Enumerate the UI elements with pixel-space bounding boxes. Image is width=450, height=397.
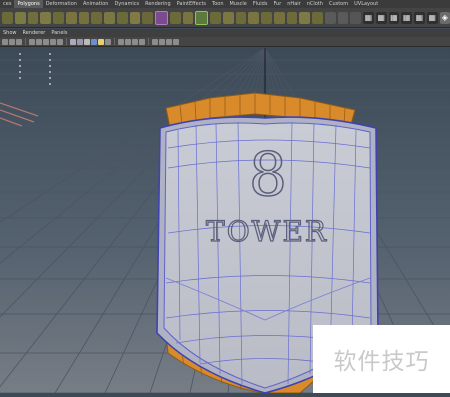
- shelf-tab-polygons[interactable]: Polygons: [14, 0, 42, 8]
- wireframe-on-shaded-icon[interactable]: [84, 39, 90, 45]
- poly-cube-icon[interactable]: [15, 12, 26, 24]
- uv-layout-icon[interactable]: ◈: [440, 12, 450, 24]
- gate-mask-icon[interactable]: [57, 39, 63, 45]
- shield-tool-icon[interactable]: [155, 11, 168, 25]
- smooth-icon[interactable]: [117, 12, 128, 24]
- screen-space-ao-icon[interactable]: [139, 39, 145, 45]
- shelf-tab-9[interactable]: Muscle: [227, 0, 250, 8]
- extrude-icon[interactable]: [170, 12, 181, 24]
- toolbar-separator: [66, 38, 67, 45]
- poly-torus-icon[interactable]: [66, 12, 77, 24]
- merge-icon[interactable]: [274, 12, 285, 24]
- shelf-tab-14[interactable]: Custom: [326, 0, 351, 8]
- bevel-icon[interactable]: [261, 12, 272, 24]
- checker-6-icon[interactable]: ▦: [427, 12, 438, 24]
- split-polygon-icon[interactable]: [210, 12, 221, 24]
- poly-cylinder-icon[interactable]: [28, 12, 39, 24]
- mirror-icon[interactable]: [142, 12, 153, 24]
- checker-2-icon[interactable]: ▦: [376, 12, 387, 24]
- panel-menubar: Show Renderer Panels: [0, 29, 450, 37]
- bookmark-icon[interactable]: [16, 39, 22, 45]
- shadows-icon[interactable]: [105, 39, 111, 45]
- sculpt-icon[interactable]: [338, 12, 349, 24]
- smooth-shade-icon[interactable]: [77, 39, 83, 45]
- image-plane-icon[interactable]: [29, 39, 35, 45]
- motion-blur-icon[interactable]: [152, 39, 158, 45]
- poly-plane-icon[interactable]: [53, 12, 64, 24]
- poly-cone-icon[interactable]: [40, 12, 51, 24]
- shelf-tab-10[interactable]: Fluids: [250, 0, 271, 8]
- shelf-tab-13[interactable]: nCloth: [304, 0, 326, 8]
- menu-show[interactable]: Show: [0, 30, 20, 36]
- toolbar-separator: [25, 38, 26, 45]
- collapse-icon[interactable]: [287, 12, 298, 24]
- menu-renderer[interactable]: Renderer: [20, 30, 49, 36]
- shelf-tab-15[interactable]: UVLayout: [351, 0, 381, 8]
- reduce-icon[interactable]: [299, 12, 310, 24]
- append-polygon-icon[interactable]: [195, 11, 208, 25]
- xray-joints-icon[interactable]: [125, 39, 131, 45]
- checker-5-icon[interactable]: ▦: [414, 12, 425, 24]
- watermark-text: 软件技巧: [334, 342, 430, 376]
- shelf-tab-11[interactable]: Fur: [270, 0, 284, 8]
- emblem-number: 8: [249, 140, 287, 210]
- combine-icon[interactable]: [79, 12, 90, 24]
- boolean-icon[interactable]: [130, 12, 141, 24]
- checker-icon[interactable]: ▦: [363, 12, 374, 24]
- shelf-tab-3[interactable]: Deformation: [43, 0, 80, 8]
- isolate-select-icon[interactable]: [132, 39, 138, 45]
- checker-4-icon[interactable]: ▦: [401, 12, 412, 24]
- shelf-tab-1[interactable]: ces: [0, 0, 14, 8]
- shelf-tab-12[interactable]: nHair: [284, 0, 303, 8]
- shelf-tab-5[interactable]: Dynamics: [111, 0, 142, 8]
- shelf-tab-8[interactable]: Toon: [209, 0, 227, 8]
- xray-icon[interactable]: [118, 39, 124, 45]
- lights-icon[interactable]: [98, 39, 104, 45]
- shelf-tabs: ces Polygons Deformation Animation Dynam…: [0, 0, 450, 8]
- insert-edge-loop-icon[interactable]: [223, 12, 234, 24]
- uv-icon[interactable]: [350, 12, 361, 24]
- shelf-tab-7[interactable]: PaintEffects: [174, 0, 209, 8]
- shelf-tab-4[interactable]: Animation: [80, 0, 112, 8]
- toolbar-separator: [114, 38, 115, 45]
- separate-icon[interactable]: [91, 12, 102, 24]
- textured-icon[interactable]: [91, 39, 97, 45]
- triangulate-icon[interactable]: [312, 12, 323, 24]
- extract-icon[interactable]: [104, 12, 115, 24]
- toolbar-separator: [148, 38, 149, 45]
- depth-of-field-icon[interactable]: [166, 39, 172, 45]
- wireframe-icon[interactable]: [70, 39, 76, 45]
- checker-3-icon[interactable]: ▦: [389, 12, 400, 24]
- polygon-shelf: ▦ ▦ ▦ ▦ ▦ ▦ ◈: [0, 8, 450, 28]
- anti-alias-icon[interactable]: [159, 39, 165, 45]
- offset-edge-loop-icon[interactable]: [236, 12, 247, 24]
- menu-panels[interactable]: Panels: [48, 30, 70, 36]
- fill-hole-icon[interactable]: [248, 12, 259, 24]
- select-camera-icon[interactable]: [2, 39, 8, 45]
- quadrangulate-icon[interactable]: [325, 12, 336, 24]
- grid-icon[interactable]: [36, 39, 42, 45]
- emblem-label: TOWER: [206, 215, 328, 248]
- resolution-gate-icon[interactable]: [50, 39, 56, 45]
- panel-toolbar: [0, 37, 450, 47]
- film-gate-icon[interactable]: [43, 39, 49, 45]
- hud-icon[interactable]: [173, 39, 179, 45]
- camera-attributes-icon[interactable]: [9, 39, 15, 45]
- shelf-tab-6[interactable]: Rendering: [142, 0, 174, 8]
- bridge-icon[interactable]: [183, 12, 194, 24]
- watermark: 软件技巧: [313, 325, 450, 393]
- poly-sphere-icon[interactable]: [2, 12, 13, 24]
